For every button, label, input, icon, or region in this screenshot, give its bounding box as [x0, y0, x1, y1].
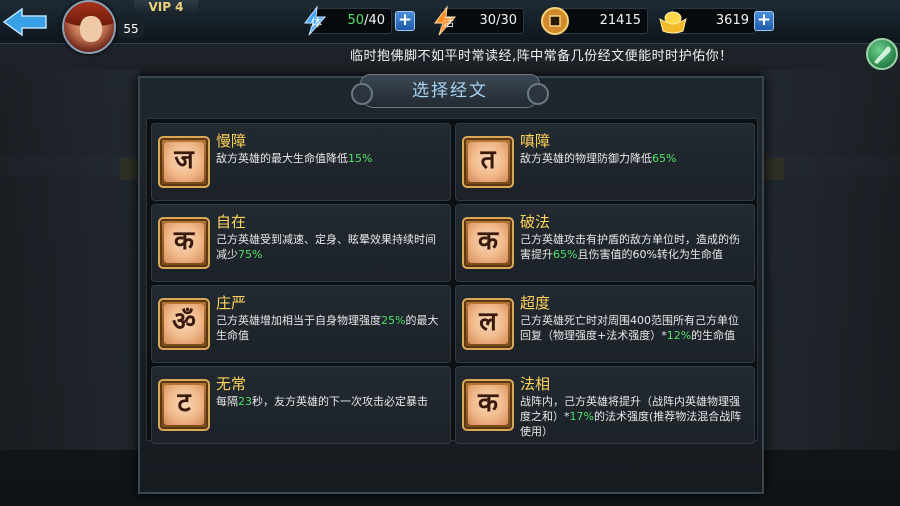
scripture-emblem-icon: ॐ: [158, 298, 210, 350]
desc-highlight: 23: [238, 395, 252, 408]
copper-coin-icon: [541, 7, 569, 35]
desc-text: 敌方英雄的最大生命值降低: [216, 152, 348, 165]
back-arrow-icon: [2, 7, 47, 37]
desc-highlight: 65%: [652, 152, 677, 165]
emblem-glyph: क: [174, 226, 194, 256]
add-gold-button[interactable]: +: [754, 11, 774, 31]
desc-highlight: 17%: [569, 410, 594, 423]
desc-highlight: 25%: [381, 314, 406, 327]
scripture-name: 法相: [520, 375, 551, 393]
scripture-card-pofa[interactable]: क 破法 己方英雄攻击有护盾的敌方单位时，造成的伤害提升65%且伤害值的60%转…: [455, 204, 755, 282]
scripture-desc: 敌方英雄的物理防御力降低65%: [520, 151, 746, 166]
desc-highlight: 12%: [666, 329, 692, 342]
desc-text: 敌方英雄的物理防御力降低: [520, 152, 652, 165]
scripture-name: 嗔障: [520, 132, 551, 150]
scripture-emblem-icon: क: [158, 217, 210, 269]
scripture-emblem-icon: क: [462, 217, 514, 269]
desc-text-tail: 且伤害值的60%转化为生命值: [577, 248, 723, 261]
desc-highlight: 75%: [238, 248, 263, 261]
dialog-title: 选择经文: [351, 74, 549, 108]
stamina-counter: 体 50/40: [304, 5, 392, 36]
gold-value: 3619: [715, 13, 749, 28]
scripture-desc: 己方英雄攻击有护盾的敌方单位时，造成的伤害提升65%且伤害值的60%转化为生命值: [520, 232, 746, 262]
emblem-glyph: क: [478, 226, 498, 256]
stamina-current: 50: [347, 13, 365, 28]
vigor-label: 活: [443, 16, 454, 29]
gold-ingot-icon: [659, 11, 687, 34]
scripture-card-chaodu[interactable]: ल 超度 己方英雄死亡时对周围400范围所有己方单位回复（物理强度+法术强度）*…: [455, 285, 755, 363]
scripture-desc: 己方英雄增加相当于自身物理强度25%的最大生命值: [216, 313, 442, 343]
desc-text-tail: 的生命值: [691, 329, 736, 342]
desc-highlight: 65%: [553, 248, 578, 261]
scripture-name: 破法: [520, 213, 551, 231]
scripture-card-faxiang[interactable]: क 法相 战阵内，己方英雄将提升（战阵内英雄物理强度之和）*17%的法术强度(推…: [455, 366, 755, 444]
emblem-glyph: क: [478, 388, 498, 418]
scripture-name: 自在: [216, 213, 247, 231]
stamina-max: /40: [364, 13, 385, 28]
back-button[interactable]: [2, 6, 50, 38]
scripture-desc: 每隔23秒，友方英雄的下一次攻击必定暴击: [216, 394, 442, 409]
background-tab-right: [762, 158, 784, 180]
quill-button[interactable]: [866, 38, 898, 70]
emblem-glyph: ल: [479, 307, 497, 337]
desc-highlight: 15%: [348, 152, 373, 165]
emblem-glyph: ट: [177, 388, 191, 418]
emblem-glyph: ॐ: [172, 307, 196, 337]
player-level: 55: [118, 20, 144, 38]
scripture-emblem-icon: त: [462, 136, 514, 188]
coin-counter: 21415: [541, 7, 648, 35]
vigor-value: 30/30: [479, 13, 517, 28]
desc-text: 己方英雄增加相当于自身物理强度: [216, 314, 381, 327]
desc-text-tail: 秒，友方英雄的下一次攻击必定暴击: [252, 395, 428, 408]
scripture-card-zhuangyan[interactable]: ॐ 庄严 己方英雄增加相当于自身物理强度25%的最大生命值: [151, 285, 451, 363]
scripture-emblem-icon: ल: [462, 298, 514, 350]
scripture-desc: 敌方英雄的最大生命值降低15%: [216, 151, 442, 166]
background-panel-right: [760, 70, 900, 450]
coin-value: 21415: [599, 13, 641, 28]
scripture-name: 无常: [216, 375, 247, 393]
scripture-card-manzhang[interactable]: ज 慢障 敌方英雄的最大生命值降低15%: [151, 123, 451, 201]
stamina-label: 体: [311, 16, 322, 29]
quill-icon: [874, 46, 891, 64]
emblem-glyph: त: [480, 145, 496, 175]
background-panel-left: [0, 70, 140, 450]
scripture-desc: 己方英雄死亡时对周围400范围所有己方单位回复（物理强度+法术强度）*12%的生…: [520, 313, 746, 343]
avatar-face: [80, 16, 102, 42]
top-bar: VIP 4 55 体 50/40 + 活 30/30 21415 3619 +: [0, 0, 900, 54]
stamina-value: 50/40: [348, 9, 385, 33]
add-stamina-button[interactable]: +: [395, 11, 415, 31]
scripture-emblem-icon: क: [462, 379, 514, 431]
scripture-card-chenzhang[interactable]: त 嗔障 敌方英雄的物理防御力降低65%: [455, 123, 755, 201]
tip-text: 临时抱佛脚不如平时常读经,阵中常备几份经文便能时时护佑你！: [350, 49, 733, 64]
scripture-name: 超度: [520, 294, 551, 312]
desc-text: 每隔: [216, 395, 238, 408]
scripture-desc: 战阵内，己方英雄将提升（战阵内英雄物理强度之和）*17%的法术强度(推荐物法混合…: [520, 394, 746, 439]
scripture-card-zizai[interactable]: क 自在 己方英雄受到减速、定身、眩晕效果持续时间减少75%: [151, 204, 451, 282]
player-avatar[interactable]: [62, 0, 116, 54]
vip-badge[interactable]: VIP 4: [134, 0, 198, 14]
scripture-name: 庄严: [216, 294, 247, 312]
scripture-desc: 己方英雄受到减速、定身、眩晕效果持续时间减少75%: [216, 232, 442, 262]
gold-counter: 3619: [659, 8, 756, 34]
emblem-glyph: ज: [174, 145, 194, 175]
scripture-emblem-icon: ट: [158, 379, 210, 431]
vigor-counter: 活 30/30: [434, 5, 524, 36]
scripture-list: ज 慢障 敌方英雄的最大生命值降低15% त 嗔障 敌方英雄的物理防御力降低65…: [146, 118, 758, 444]
scripture-name: 慢障: [216, 132, 247, 150]
scripture-card-wuchang[interactable]: ट 无常 每隔23秒，友方英雄的下一次攻击必定暴击: [151, 366, 451, 444]
scripture-emblem-icon: ज: [158, 136, 210, 188]
